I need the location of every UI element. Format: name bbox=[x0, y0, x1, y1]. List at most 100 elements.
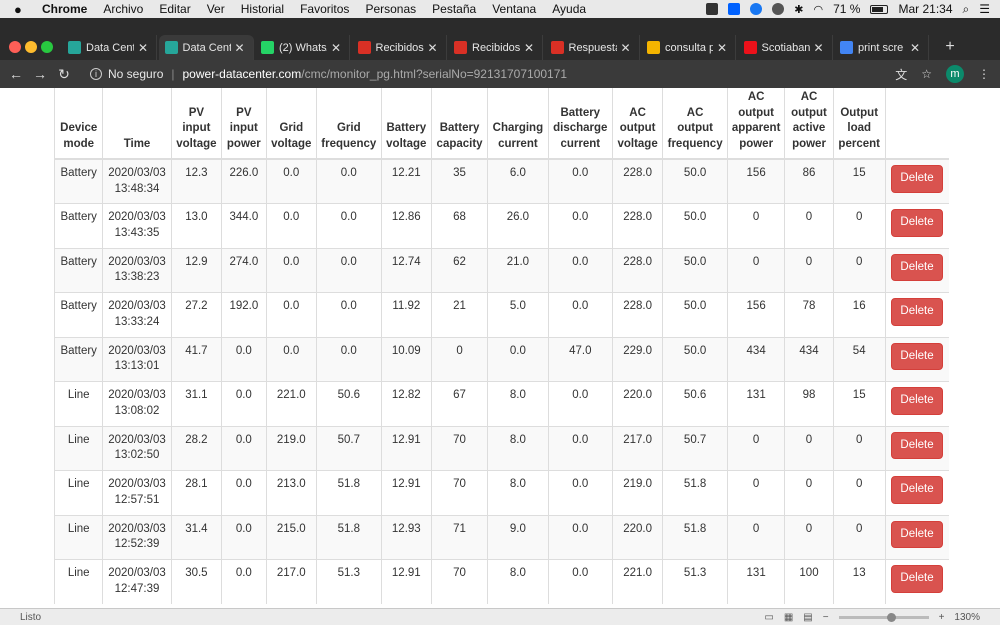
table-row: Line 2020/03/03 12:57:51 28.1 0.0 213.0 51.8 1… bbox=[53, 470, 949, 515]
table-cell: 11.92 bbox=[380, 292, 432, 337]
apple-icon[interactable]: ● bbox=[14, 2, 30, 17]
action-cell: Delete bbox=[884, 203, 949, 248]
zoom-slider[interactable] bbox=[838, 612, 929, 622]
menu-historial[interactable]: Historial bbox=[241, 2, 284, 16]
bookmark-star-icon[interactable]: ☆ bbox=[921, 67, 932, 81]
table-cell: 217.0 bbox=[265, 559, 317, 604]
action-cell: Delete bbox=[884, 425, 949, 471]
menu-ventana[interactable]: Ventana bbox=[492, 2, 536, 16]
menu-editar[interactable]: Editar bbox=[159, 2, 190, 16]
menu-archivo[interactable]: Archivo bbox=[103, 2, 143, 16]
tab-close-icon[interactable]: ✕ bbox=[814, 41, 826, 55]
table-cell: 2020/03/03 13:13:01 bbox=[102, 336, 172, 382]
back-button[interactable]: ← bbox=[4, 66, 28, 82]
delete-button[interactable]: Delete bbox=[891, 342, 944, 370]
table-cell: 434 bbox=[784, 336, 834, 382]
more-menu-icon[interactable]: ⋮ bbox=[978, 67, 990, 81]
tab-4[interactable]: Recibidos ✕ bbox=[352, 35, 447, 60]
table-cell: 28.1 bbox=[170, 470, 222, 515]
menu-personas[interactable]: Personas bbox=[365, 2, 416, 16]
table-cell: 50.0 bbox=[662, 292, 728, 337]
table-cell: 0.0 bbox=[221, 559, 266, 604]
table-cell: 5.0 bbox=[487, 292, 549, 337]
table-cell: 0 bbox=[726, 425, 785, 471]
tab-close-icon[interactable]: ✕ bbox=[235, 41, 247, 55]
delete-button[interactable]: Delete bbox=[891, 565, 944, 593]
delete-button[interactable]: Delete bbox=[891, 165, 944, 193]
table-cell: 229.0 bbox=[611, 336, 663, 382]
new-tab-button[interactable]: + bbox=[940, 35, 960, 59]
table-cell: 0.0 bbox=[316, 203, 382, 248]
translate-icon[interactable]: 文 bbox=[895, 66, 907, 83]
info-icon[interactable]: i bbox=[90, 68, 102, 80]
zoom-out-button[interactable]: − bbox=[823, 612, 829, 623]
delete-button[interactable]: Delete bbox=[891, 298, 944, 326]
menu-app-name[interactable]: Chrome bbox=[42, 2, 87, 16]
menu-favoritos[interactable]: Favoritos bbox=[300, 2, 349, 16]
tab-close-icon[interactable]: ✕ bbox=[524, 41, 536, 55]
control-center-icon[interactable]: ☰ bbox=[979, 2, 990, 16]
cloud-icon[interactable] bbox=[772, 3, 785, 15]
tab-1[interactable]: Data Cent ✕ bbox=[62, 35, 157, 60]
tab-close-icon[interactable]: ✕ bbox=[138, 41, 150, 55]
tab-close-icon[interactable]: ✕ bbox=[428, 41, 440, 55]
close-window-button[interactable] bbox=[9, 41, 21, 53]
table-cell: 2020/03/03 12:57:51 bbox=[102, 470, 172, 515]
zoom-level: 130% bbox=[954, 611, 980, 623]
security-label[interactable]: No seguro bbox=[108, 67, 163, 81]
table-cell: 51.3 bbox=[316, 559, 382, 604]
table-body: Battery 2020/03/03 13:48:34 12.3 226.0 0.0 0.… bbox=[53, 158, 949, 604]
messenger-icon[interactable] bbox=[750, 3, 763, 15]
battery-icon[interactable] bbox=[870, 4, 889, 14]
reload-button[interactable]: ↻ bbox=[52, 66, 76, 83]
wifi-icon[interactable]: ◠ bbox=[814, 3, 824, 16]
tab-6[interactable]: Respuesta ✕ bbox=[545, 35, 640, 60]
notes-icon[interactable] bbox=[706, 3, 719, 15]
dropbox-icon[interactable] bbox=[728, 3, 741, 15]
profile-avatar[interactable]: m bbox=[946, 65, 964, 83]
grid-view-icon[interactable]: ▦ bbox=[784, 612, 793, 623]
table-cell: 51.8 bbox=[662, 470, 728, 515]
tab-5[interactable]: Recibidos ✕ bbox=[448, 35, 543, 60]
forward-button[interactable]: → bbox=[28, 66, 52, 82]
tab-close-icon[interactable]: ✕ bbox=[717, 41, 729, 55]
column-header: PV input power bbox=[221, 88, 266, 160]
menu-pestana[interactable]: Pestaña bbox=[432, 2, 476, 16]
spotlight-icon[interactable]: ⌕ bbox=[963, 2, 970, 17]
clock[interactable]: Mar 21:34 bbox=[898, 2, 952, 16]
delete-button[interactable]: Delete bbox=[891, 253, 944, 281]
delete-button[interactable]: Delete bbox=[891, 209, 944, 237]
tab-2[interactable]: Data Cent ✕ bbox=[158, 35, 254, 60]
bluetooth-icon[interactable]: ✱ bbox=[794, 3, 803, 16]
table-cell: 12.9 bbox=[170, 247, 222, 293]
minimize-window-button[interactable] bbox=[25, 41, 37, 53]
tab-close-icon[interactable]: ✕ bbox=[910, 41, 922, 55]
tab-7[interactable]: consulta p ✕ bbox=[641, 35, 736, 60]
menu-ver[interactable]: Ver bbox=[207, 2, 225, 16]
table-cell: Battery bbox=[53, 203, 103, 248]
mac-menu-bar: ● Chrome Archivo Editar Ver Historial Fa… bbox=[0, 0, 1000, 18]
delete-button[interactable]: Delete bbox=[891, 520, 944, 548]
delete-button[interactable]: Delete bbox=[891, 476, 944, 504]
table-cell: 2020/03/03 13:48:34 bbox=[102, 158, 172, 204]
tab-3[interactable]: (2) Whats/ ✕ bbox=[255, 35, 350, 60]
zoom-slider-handle[interactable] bbox=[887, 612, 897, 622]
table-cell: 50.0 bbox=[662, 336, 728, 382]
delete-button[interactable]: Delete bbox=[891, 387, 944, 415]
zoom-window-button[interactable] bbox=[41, 41, 53, 53]
address-bar[interactable]: power-datacenter.com/cmc/monitor_pg.html… bbox=[183, 67, 568, 81]
page-view-icon[interactable]: ▭ bbox=[764, 612, 773, 623]
zoom-in-button[interactable]: + bbox=[939, 612, 945, 623]
table-cell: 6.0 bbox=[487, 158, 549, 204]
table-cell: 12.3 bbox=[170, 158, 222, 204]
layout-view-icon[interactable]: ▤ bbox=[803, 612, 812, 623]
tab-8[interactable]: Scotiaban ✕ bbox=[738, 35, 833, 60]
table-cell: 0.0 bbox=[547, 470, 613, 515]
table-cell: 220.0 bbox=[611, 514, 663, 560]
tab-title: Scotiaban bbox=[761, 41, 810, 54]
tab-close-icon[interactable]: ✕ bbox=[331, 41, 343, 55]
tab-close-icon[interactable]: ✕ bbox=[621, 41, 633, 55]
tab-9[interactable]: print scre ✕ bbox=[834, 35, 929, 60]
delete-button[interactable]: Delete bbox=[891, 431, 944, 459]
menu-ayuda[interactable]: Ayuda bbox=[552, 2, 586, 16]
